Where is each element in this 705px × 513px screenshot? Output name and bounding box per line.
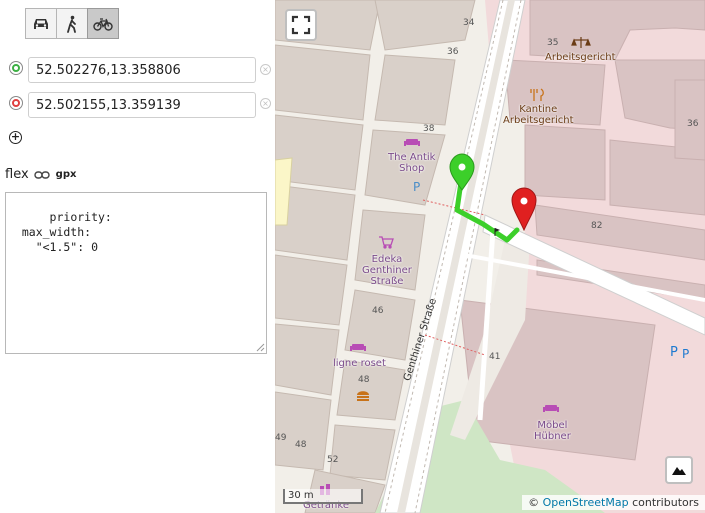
house-number: 49 (275, 433, 287, 443)
house-number: 38 (423, 124, 435, 134)
house-number: 48 (358, 375, 370, 385)
vehicle-bike-button[interactable] (87, 8, 119, 39)
custom-model-editor[interactable]: priority: max_width: "<1.5": 0 (5, 192, 267, 354)
vehicle-selector (25, 8, 119, 39)
mountain-icon (672, 467, 686, 475)
poi-label: Edeka Genthiner Straße (362, 254, 412, 287)
end-point-marker (10, 97, 22, 109)
graphhopper-app: × × + flex gpx priority: max_width: "<1.… (0, 0, 705, 513)
clear-start-icon[interactable]: × (260, 64, 271, 75)
car-icon (34, 18, 48, 29)
parking-icon: P (682, 347, 689, 361)
profile-name: flex (5, 167, 29, 182)
map-scale: 30 m (283, 489, 363, 504)
osm-link[interactable]: OpenStreetMap (543, 496, 629, 509)
poi-label: Kantine Arbeitsgericht (503, 104, 574, 126)
house-number: 46 (372, 306, 384, 316)
add-point-icon[interactable]: + (9, 131, 22, 144)
poi-label: ligne roset (333, 358, 386, 369)
parking-icon: P (670, 345, 678, 360)
profile-row: flex gpx (5, 167, 76, 182)
fullscreen-button[interactable] (285, 9, 317, 41)
resize-grip-icon[interactable] (255, 342, 265, 352)
parking-icon: P (413, 180, 420, 194)
clear-end-icon[interactable]: × (260, 98, 271, 109)
elevation-toggle-button[interactable] (665, 456, 693, 484)
house-number: 41 (489, 352, 501, 362)
house-number: 34 (463, 18, 475, 28)
vehicle-foot-button[interactable] (56, 8, 88, 39)
start-point-marker (10, 62, 22, 74)
end-point-input[interactable] (28, 92, 256, 118)
poi-label: The Antik Shop (388, 152, 436, 174)
link-icon[interactable] (33, 170, 50, 180)
copyright-symbol: © (528, 496, 540, 509)
fullscreen-icon (291, 15, 311, 35)
gpx-export-button[interactable]: gpx (56, 169, 77, 180)
vehicle-car-button[interactable] (25, 8, 57, 39)
burger-icon (357, 391, 369, 401)
sidebar: × × + flex gpx priority: max_width: "<1.… (0, 0, 275, 513)
house-number: 82 (591, 221, 603, 231)
map-tiles: P P P (275, 0, 705, 513)
attribution-suffix: contributors (632, 496, 699, 509)
house-number: 36 (447, 47, 459, 57)
house-number: 48 (295, 440, 307, 450)
start-point-input[interactable] (28, 57, 256, 83)
walker-icon (67, 15, 76, 33)
house-number: 52 (327, 455, 339, 465)
map-view[interactable]: P P P 34 36 35 36 38 82 46 48 49 48 52 4… (275, 0, 705, 513)
poi-label: Möbel Hübner (534, 420, 571, 442)
house-number: 36 (687, 119, 699, 129)
editor-text: priority: max_width: "<1.5": 0 (21, 210, 112, 254)
bicycle-icon (93, 17, 113, 31)
map-attribution: © OpenStreetMap contributors (522, 495, 705, 510)
poi-label: Arbeitsgericht (545, 52, 616, 63)
house-number: 35 (547, 38, 559, 48)
